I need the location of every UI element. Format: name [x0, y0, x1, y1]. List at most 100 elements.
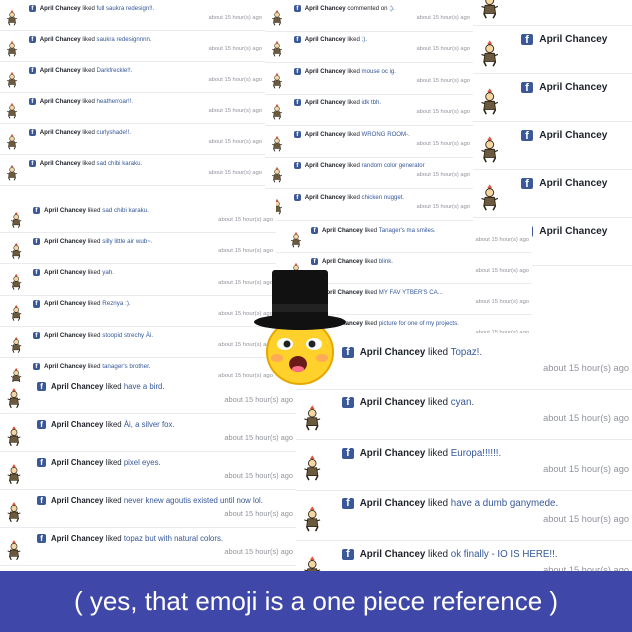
notification-item[interactable]: f April Chancey liked ;). about 15 hour(s)… [265, 32, 473, 63]
object-link[interactable]: curlyshade!!. [97, 129, 131, 136]
user-name[interactable]: April Chancey [360, 549, 426, 560]
notification-item[interactable]: f April Chancey liked curlyshade!!. about … [0, 124, 265, 155]
object-link[interactable]: Topaz!. [451, 347, 482, 358]
object-link[interactable]: have a dumb ganymede. [451, 498, 558, 509]
user-name[interactable]: April Chancey [40, 129, 81, 136]
user-name[interactable]: April Chancey [44, 238, 86, 245]
object-link[interactable]: sad chibi karaku. [102, 207, 149, 214]
object-link[interactable]: Europa!!!!!!. [451, 448, 501, 459]
notification-item[interactable]: f April Chancey liked ok finally - IO IS … [296, 541, 632, 571]
object-link[interactable]: never knew agoutis existed until now lol… [124, 496, 263, 505]
object-link[interactable]: ;). [389, 5, 394, 12]
user-name[interactable]: April Chancey [305, 68, 346, 75]
notification-item[interactable]: f April Chancey liked saukra redesignnnn.… [0, 31, 265, 62]
user-name[interactable]: April Chancey [44, 269, 86, 276]
notification-item[interactable]: f April Chancey liked heatherroar!!. about… [0, 93, 265, 124]
user-name[interactable]: April Chancey [51, 420, 103, 429]
notification-item[interactable]: f April Chancey liked never knew agoutis … [0, 490, 296, 528]
object-link[interactable]: chicken nugget. [362, 194, 405, 201]
user-name[interactable]: April Chancey [40, 67, 81, 74]
notification-item[interactable]: f April Chancey liked cyan. about 15 hour(… [296, 390, 632, 440]
object-link[interactable]: blink. [379, 258, 393, 265]
user-name[interactable]: April Chancey [40, 5, 81, 12]
object-link[interactable]: picture for one of my projects. [379, 320, 459, 327]
user-name[interactable]: April Chancey [322, 227, 363, 234]
notification-item[interactable]: f April Chancey liked sad chibi karaku. ab… [0, 202, 276, 234]
user-name[interactable]: April Chancey [539, 82, 607, 93]
object-link[interactable]: Tanager's ma smiles. [379, 227, 436, 234]
object-link[interactable]: heatherroar!!. [97, 98, 134, 105]
notification-item[interactable]: f April Chancey liked Ài, a silver fox. ab… [0, 414, 296, 452]
object-link[interactable]: ;). [362, 36, 367, 43]
user-name[interactable]: April Chancey [305, 99, 346, 106]
object-link[interactable]: Reznya :). [102, 300, 130, 307]
user-name[interactable]: April Chancey [360, 448, 426, 459]
user-name[interactable]: April Chancey [305, 131, 346, 138]
user-name[interactable]: April Chancey [44, 363, 86, 370]
object-link[interactable]: stoopid strechy Ài. [102, 332, 153, 339]
notification-item[interactable]: f April Chancey liked idk tbh. about 15 ho… [265, 95, 473, 126]
notification-item[interactable]: f April Chancey liked silly little air wu… [0, 233, 276, 265]
user-name[interactable]: April Chancey [360, 397, 426, 408]
object-link[interactable]: silly little air wub~. [102, 238, 152, 245]
notification-item[interactable]: f April Chancey liked random color genera… [265, 158, 473, 189]
object-link[interactable]: tanager's brother. [102, 363, 150, 370]
notification-item[interactable]: f April Chancey liked topaz but with natu… [0, 528, 296, 566]
user-name[interactable]: April Chancey [51, 496, 103, 505]
object-link[interactable]: Darkfreckle!!. [97, 67, 133, 74]
notification-item[interactable]: f April Chancey liked Europa!!!!!!. about … [296, 440, 632, 491]
notification-item[interactable]: fApril Chancey [473, 74, 632, 122]
notification-item[interactable]: f April Chancey liked stoopid strechy Ài.… [0, 327, 276, 358]
notification-item[interactable]: fApril Chancey [473, 26, 632, 74]
object-link[interactable]: saukra redesignnnn. [97, 36, 152, 43]
user-name[interactable]: April Chancey [44, 207, 86, 214]
notification-item[interactable]: f April Chancey liked pixel eyes. about 15… [0, 452, 296, 490]
notification-item[interactable]: f April Chancey liked WRONG ROOM-. about 1… [265, 126, 473, 158]
object-link[interactable]: have a bird. [124, 382, 165, 391]
user-name[interactable]: April Chancey [44, 332, 86, 339]
user-name[interactable]: April Chancey [51, 458, 103, 467]
notification-item[interactable]: f April Chancey liked Darkfreckle!!. about… [0, 62, 265, 93]
user-name[interactable]: April Chancey [305, 194, 346, 201]
user-name[interactable]: April Chancey [51, 382, 103, 391]
object-link[interactable]: topaz but with natural colors. [124, 534, 223, 543]
user-name[interactable]: April Chancey [40, 160, 81, 167]
notification-item[interactable]: fApril Chancey [473, 0, 632, 26]
notification-item[interactable]: f April Chancey liked have a dumb ganymed… [296, 491, 632, 541]
user-name[interactable]: April Chancey [539, 34, 607, 45]
notification-item[interactable]: f April Chancey liked sad chibi karaku. ab… [0, 155, 265, 186]
user-name[interactable]: April Chancey [539, 130, 607, 141]
notification-item[interactable]: f April Chancey commented on ;). about 15 … [265, 0, 473, 32]
object-link[interactable]: idk tbh. [362, 99, 382, 106]
notification-item[interactable]: f April Chancey liked Reznya :). about 15 … [0, 296, 276, 327]
notification-item[interactable]: f April Chancey liked full saukra redesig… [0, 0, 265, 31]
object-link[interactable]: WRONG ROOM-. [362, 131, 410, 138]
object-link[interactable]: Ài, a silver fox. [124, 420, 175, 429]
notification-item[interactable]: f April Chancey liked mouse oc ig. about 1… [265, 63, 473, 95]
user-name[interactable]: April Chancey [40, 36, 81, 43]
notification-item[interactable]: f April Chancey liked Tanager's ma smiles… [276, 222, 532, 253]
notification-item[interactable]: fApril Chancey [473, 122, 632, 170]
user-name[interactable]: April Chancey [360, 498, 426, 509]
user-name[interactable]: April Chancey [305, 36, 346, 43]
user-name[interactable]: April Chancey [40, 98, 81, 105]
user-name[interactable]: April Chancey [44, 300, 86, 307]
notification-item[interactable]: f April Chancey liked chicken nugget. abou… [265, 189, 473, 221]
user-name[interactable]: April Chancey [305, 5, 346, 12]
object-link[interactable]: MY FAV YTBER'S CA... [379, 289, 443, 296]
user-name[interactable]: April Chancey [51, 534, 103, 543]
user-name[interactable]: April Chancey [360, 347, 426, 358]
object-link[interactable]: sad chibi karaku. [97, 160, 143, 167]
object-link[interactable]: yah. [102, 269, 114, 276]
user-name[interactable]: April Chancey [305, 162, 346, 169]
object-link[interactable]: pixel eyes. [124, 458, 161, 467]
object-link[interactable]: cyan. [451, 397, 474, 408]
notification-item[interactable]: fApril Chancey [473, 170, 632, 218]
object-link[interactable]: mouse oc ig. [362, 68, 396, 75]
user-name[interactable]: April Chancey [539, 178, 607, 189]
object-link[interactable]: full saukra redesign!!. [97, 5, 155, 12]
object-link[interactable]: ok finally - IO IS HERE!!. [451, 549, 558, 560]
object-link[interactable]: random color generator [362, 162, 425, 169]
user-name[interactable]: April Chancey [539, 226, 607, 237]
notification-item[interactable]: f April Chancey liked yah. about 15 hour(s… [0, 264, 276, 296]
